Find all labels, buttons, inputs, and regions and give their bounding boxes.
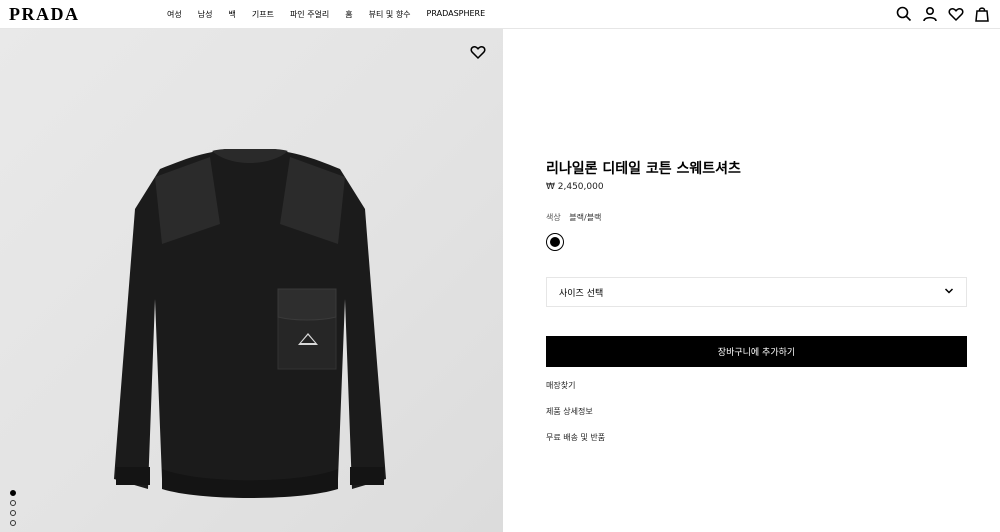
nav-item-home[interactable]: 홈 — [345, 9, 352, 20]
color-swatch-black[interactable] — [546, 233, 564, 251]
color-value: 블랙/블랙 — [569, 213, 602, 222]
nav-item-men[interactable]: 남성 — [198, 9, 213, 20]
product-details-link[interactable]: 제품 상세정보 — [546, 406, 605, 432]
product-details: 리나일론 디테일 코튼 스웨트셔츠 ₩ 2,450,000 색상 블랙/블랙 사… — [546, 0, 967, 532]
store-locator-link[interactable]: 매장찾기 — [546, 380, 605, 406]
nav-item-fine-jewelry[interactable]: 파인 주얼리 — [290, 9, 329, 20]
gallery-dot[interactable] — [10, 510, 16, 516]
bag-icon[interactable] — [974, 6, 990, 22]
gallery-pagination — [10, 490, 16, 526]
shipping-returns-link[interactable]: 무료 배송 및 반품 — [546, 432, 605, 458]
product-links: 매장찾기 제품 상세정보 무료 배송 및 반품 — [546, 380, 605, 458]
product-image — [114, 149, 386, 498]
color-info: 색상 블랙/블랙 — [546, 212, 601, 223]
gallery-dot[interactable] — [10, 500, 16, 506]
product-price: ₩ 2,450,000 — [546, 182, 604, 192]
prada-logo[interactable]: PRADA — [9, 4, 80, 25]
add-to-cart-button[interactable]: 장바구니에 추가하기 — [546, 336, 967, 367]
product-title: 리나일론 디테일 코튼 스웨트셔츠 — [546, 161, 741, 177]
nav-item-women[interactable]: 여성 — [167, 9, 182, 20]
gallery-dot[interactable] — [10, 520, 16, 526]
nav-item-beauty[interactable]: 뷰티 및 향수 — [369, 9, 411, 20]
nav-item-gifts[interactable]: 기프트 — [252, 9, 274, 20]
nav-item-pradasphere[interactable]: PRADASPHERE — [427, 9, 486, 20]
size-select[interactable]: 사이즈 선택 — [546, 277, 967, 307]
nav-item-bags[interactable]: 백 — [228, 9, 235, 20]
product-image-gallery[interactable] — [0, 29, 503, 532]
size-select-label: 사이즈 선택 — [559, 288, 604, 299]
heart-icon[interactable] — [470, 44, 486, 60]
color-label: 색상 — [546, 213, 561, 222]
chevron-down-icon — [944, 286, 954, 299]
main-nav: 여성 남성 백 기프트 파인 주얼리 홈 뷰티 및 향수 PRADASPHERE — [167, 9, 501, 20]
gallery-dot[interactable] — [10, 490, 16, 496]
